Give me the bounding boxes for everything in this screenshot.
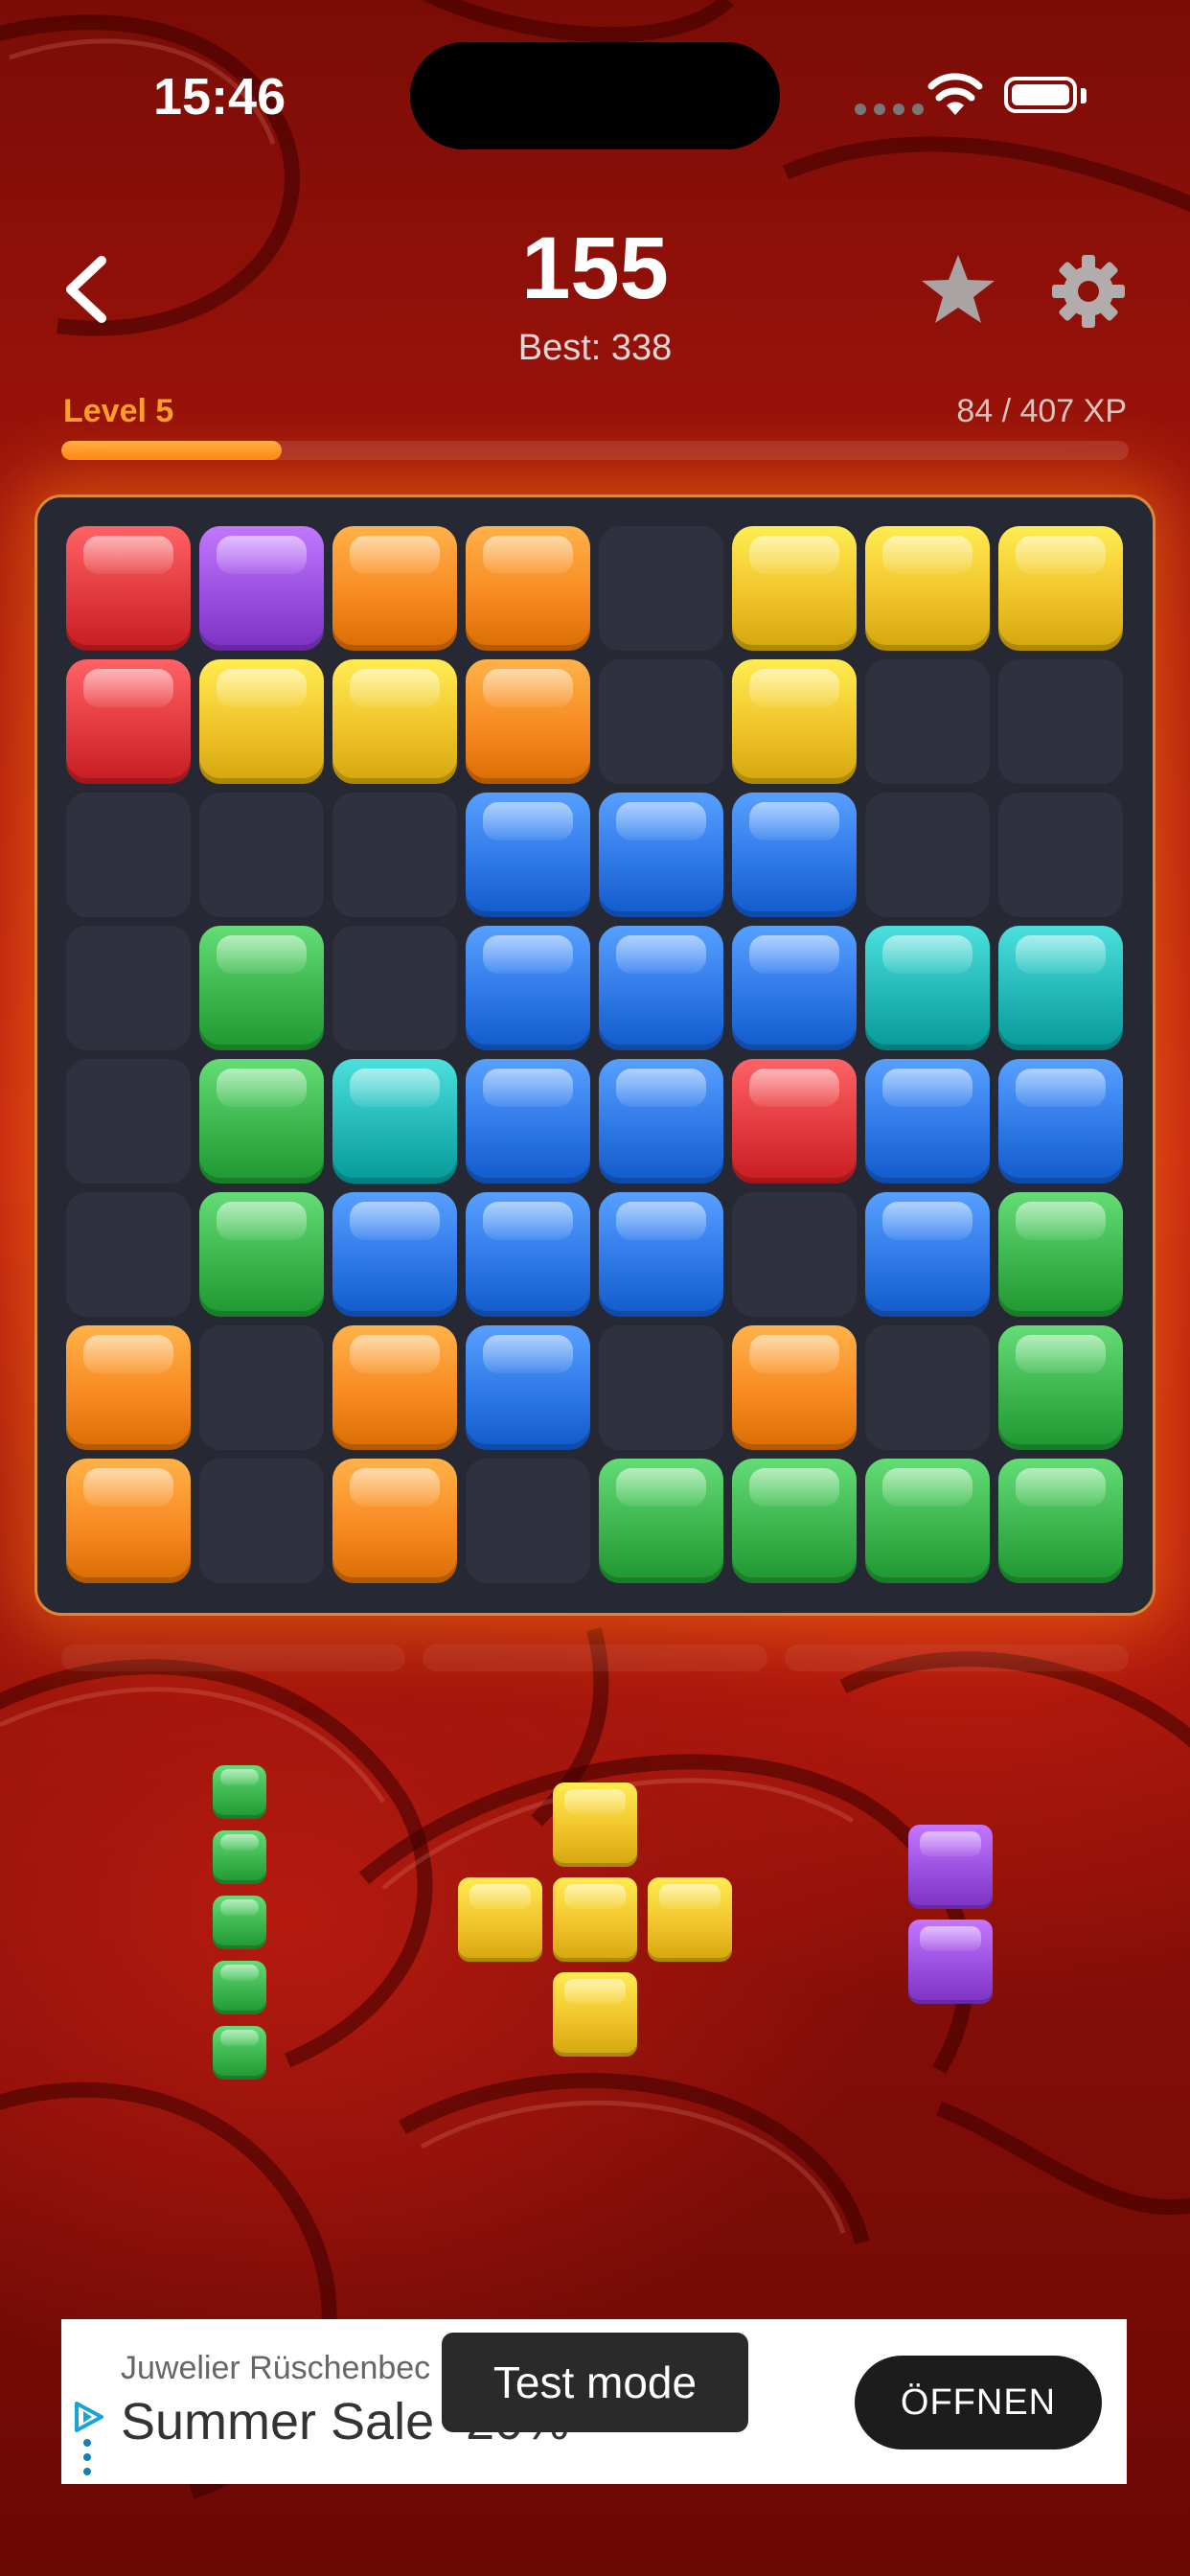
piece-block [458,1877,542,1962]
piece-block [908,1825,993,1909]
block-orange [732,1325,857,1450]
piece-block [213,2026,266,2080]
block-orange [332,526,457,651]
block-orange [66,1325,191,1450]
block-yellow [732,659,857,784]
block-blue [599,926,723,1050]
piece-block [213,1765,266,1819]
piece-block [908,1920,993,2004]
block-blue [732,926,857,1050]
block-green [199,926,324,1050]
tray-separator [61,1644,1129,1671]
block-red [66,526,191,651]
empty-cell [865,659,990,784]
block-blue [599,793,723,917]
block-yellow [998,526,1123,651]
empty-cell [66,1059,191,1184]
xp-progress-fill [61,441,282,460]
empty-cell [66,793,191,917]
empty-cell [199,793,324,917]
battery-icon [1004,77,1077,113]
piece-block [553,1877,637,1962]
block-orange [66,1459,191,1583]
level-label: Level 5 [63,393,174,429]
block-green [998,1325,1123,1450]
empty-cell [998,793,1123,917]
block-blue [466,1325,590,1450]
xp-label: 84 / 407 XP [956,393,1127,429]
empty-cell [732,1192,857,1317]
block-green [199,1192,324,1317]
empty-cell [599,526,723,651]
star-icon[interactable] [920,251,996,328]
block-yellow [199,659,324,784]
empty-cell [865,793,990,917]
block-green [998,1192,1123,1317]
piece-block [213,1830,266,1884]
block-orange [466,659,590,784]
block-yellow [865,526,990,651]
battery-cap [1081,88,1087,104]
block-cyan [865,926,990,1050]
block-green [998,1459,1123,1583]
empty-cell [466,1459,590,1583]
empty-cell [865,1325,990,1450]
status-bar: 15:46 [0,0,1190,192]
block-blue [865,1059,990,1184]
block-purple [199,526,324,651]
block-blue [466,1192,590,1317]
block-blue [732,793,857,917]
empty-cell [998,659,1123,784]
test-mode-toast: Test mode [442,2333,748,2432]
block-orange [466,526,590,651]
block-yellow [732,526,857,651]
block-red [732,1059,857,1184]
block-cyan [998,926,1123,1050]
piece-block [213,1961,266,2014]
ad-open-button[interactable]: ÖFFNEN [855,2356,1102,2450]
block-red [66,659,191,784]
block-yellow [332,659,457,784]
block-blue [599,1059,723,1184]
empty-cell [199,1459,324,1583]
status-time: 15:46 [153,68,286,126]
block-blue [998,1059,1123,1184]
ad-more-icon[interactable] [82,2438,92,2476]
piece-block [553,1972,637,2057]
block-green [865,1459,990,1583]
empty-cell [599,659,723,784]
xp-progress-bar [61,441,1129,460]
block-orange [332,1459,457,1583]
adchoices-icon[interactable] [71,2400,105,2434]
game-board[interactable] [34,494,1156,1616]
block-blue [865,1192,990,1317]
block-orange [332,1325,457,1450]
block-green [732,1459,857,1583]
piece-block [213,1896,266,1949]
block-blue [332,1192,457,1317]
empty-cell [332,926,457,1050]
cellular-signal-icon [855,104,924,115]
block-cyan [332,1059,457,1184]
block-green [599,1459,723,1583]
piece-block [648,1877,732,1962]
block-green [199,1059,324,1184]
block-blue [466,793,590,917]
empty-cell [599,1325,723,1450]
current-score: 155 [521,219,669,317]
best-score: Best: 338 [517,328,673,368]
empty-cell [332,793,457,917]
block-blue [466,926,590,1050]
dynamic-island [410,42,780,150]
block-blue [599,1192,723,1317]
piece-block [553,1782,637,1867]
empty-cell [66,926,191,1050]
empty-cell [66,1192,191,1317]
gear-icon[interactable] [1052,255,1125,328]
wifi-icon [927,73,983,115]
empty-cell [199,1325,324,1450]
ad-advertiser: Juwelier Rüschenbec [121,2350,431,2386]
block-blue [466,1059,590,1184]
